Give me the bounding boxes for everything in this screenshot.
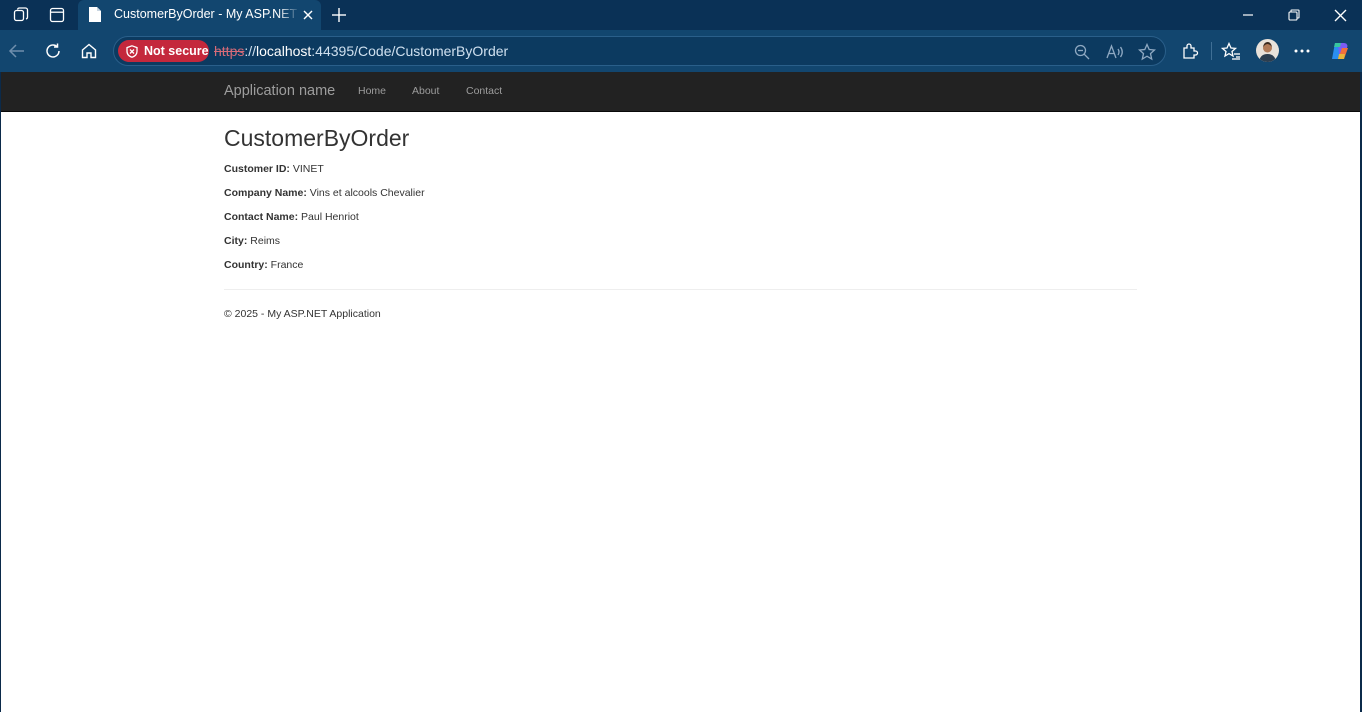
nav-contact-link[interactable]: Contact	[466, 85, 502, 97]
url-separator: ://	[244, 43, 257, 59]
field-value: France	[270, 259, 304, 271]
browser-toolbar: Not secure https://localhost:44395/Code/…	[0, 30, 1362, 72]
country-row: Country: France	[224, 259, 303, 271]
site-navbar: Application name Home About Contact	[1, 72, 1360, 112]
favorites-icon[interactable]	[1220, 40, 1242, 62]
tab-actions-icon[interactable]	[47, 5, 67, 25]
restore-icon[interactable]	[1283, 4, 1305, 26]
customer-id-row: Customer ID: VINET	[224, 163, 324, 175]
footer-divider	[224, 289, 1137, 290]
url-text[interactable]: https://localhost:44395/Code/CustomerByO…	[214, 43, 508, 59]
url-scheme: https	[214, 43, 245, 59]
field-value: Reims	[250, 235, 281, 247]
url-host: localhost	[256, 43, 312, 59]
field-label: Company Name:	[224, 187, 307, 199]
read-aloud-icon[interactable]	[1105, 42, 1125, 62]
field-value: Paul Henriot	[301, 211, 359, 223]
close-tab-icon[interactable]	[301, 8, 315, 22]
field-label: City:	[224, 235, 248, 247]
refresh-icon[interactable]	[42, 40, 64, 62]
not-secure-badge[interactable]: Not secure	[118, 40, 209, 62]
back-icon[interactable]	[6, 40, 28, 62]
company-name-row: Company Name: Vins et alcools Chevalier	[224, 187, 425, 199]
profile-avatar[interactable]	[1256, 39, 1279, 62]
brand-link[interactable]: Application name	[224, 83, 335, 99]
copilot-icon[interactable]	[1329, 40, 1351, 62]
page-title: CustomerByOrder	[224, 125, 410, 151]
page-viewport: Application name Home About Contact Cust…	[1, 72, 1360, 712]
field-value: VINET	[292, 163, 324, 175]
workspaces-icon[interactable]	[11, 5, 31, 25]
field-label: Country:	[224, 259, 268, 271]
close-window-icon[interactable]	[1329, 4, 1351, 26]
tab-title: CustomerByOrder - My ASP.NET Application	[114, 7, 300, 21]
contact-name-row: Contact Name: Paul Henriot	[224, 211, 359, 223]
shield-warning-icon	[126, 44, 138, 58]
address-bar[interactable]: Not secure https://localhost:44395/Code/…	[113, 36, 1166, 66]
toolbar-divider	[1211, 42, 1212, 60]
nav-home-link[interactable]: Home	[358, 85, 386, 97]
city-row: City: Reims	[224, 235, 280, 247]
home-icon[interactable]	[78, 40, 100, 62]
zoom-out-icon[interactable]	[1072, 42, 1092, 62]
minimize-icon[interactable]	[1237, 4, 1259, 26]
field-value: Vins et alcools Chevalier	[309, 187, 425, 199]
extensions-icon[interactable]	[1179, 40, 1201, 62]
nav-about-link[interactable]: About	[412, 85, 439, 97]
page-icon	[88, 6, 102, 23]
url-path: :44395/Code/CustomerByOrder	[311, 43, 509, 59]
field-label: Contact Name:	[224, 211, 299, 223]
active-tab[interactable]: CustomerByOrder - My ASP.NET Application	[78, 0, 321, 30]
browser-title-bar: CustomerByOrder - My ASP.NET Application	[0, 0, 1362, 30]
favorite-star-icon[interactable]	[1137, 42, 1157, 62]
field-label: Customer ID:	[224, 163, 290, 175]
new-tab-icon[interactable]	[329, 5, 349, 25]
more-options-icon[interactable]	[1291, 40, 1313, 62]
not-secure-label: Not secure	[144, 44, 209, 58]
footer-text: © 2025 - My ASP.NET Application	[224, 308, 381, 320]
